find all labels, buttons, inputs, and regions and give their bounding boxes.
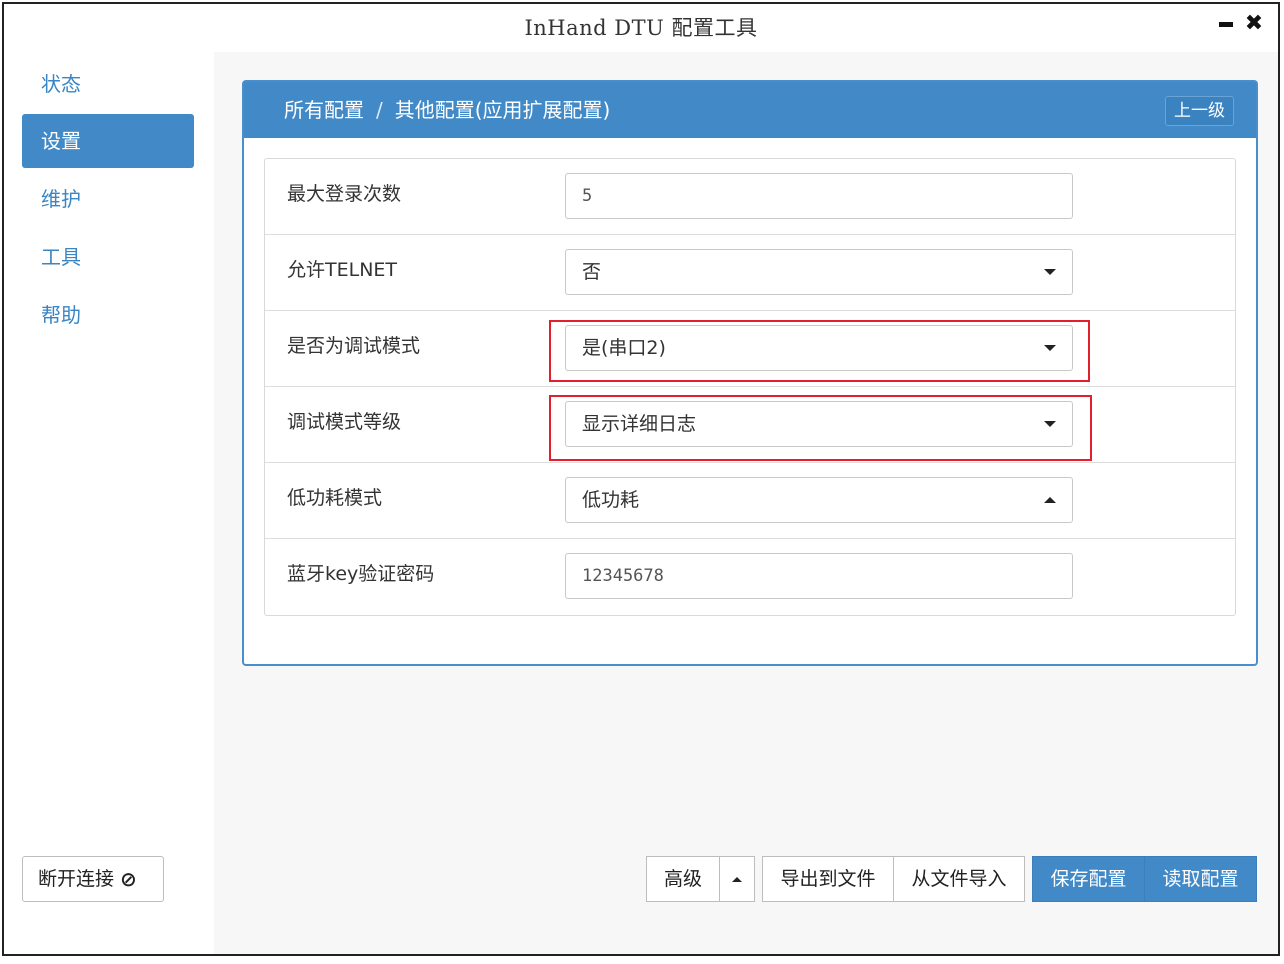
form-row-bluetooth-key: 蓝牙key验证密码 12345678 [265,539,1235,615]
form-row-max-login: 最大登录次数 5 [265,159,1235,235]
title-bar: InHand DTU 配置工具 ✖ [4,4,1278,50]
breadcrumb-all-config[interactable]: 所有配置 [284,98,364,122]
app-window: InHand DTU 配置工具 ✖ 状态 设置 维护 工具 帮助 断开连接 ⊘ 所… [2,2,1280,956]
import-from-file-button[interactable]: 从文件导入 [893,856,1025,902]
form-row-debug-level: 调试模式等级 显示详细日志 [265,387,1235,463]
form-row-low-power: 低功耗模式 低功耗 [265,463,1235,539]
telnet-label: 允许TELNET [287,259,398,281]
telnet-value: 否 [582,261,602,283]
breadcrumb-separator: / [376,98,383,122]
low-power-value: 低功耗 [582,489,640,511]
max-login-input[interactable]: 5 [565,173,1073,219]
form-row-telnet: 允许TELNET 否 [265,235,1235,311]
sidebar-item-tools[interactable]: 工具 [22,230,194,284]
advanced-button[interactable]: 高级 [646,856,720,902]
debug-level-select[interactable]: 显示详细日志 [565,401,1073,447]
max-login-label: 最大登录次数 [287,183,402,205]
low-power-label: 低功耗模式 [287,487,383,509]
sidebar-item-maintenance[interactable]: 维护 [22,172,194,226]
window-title: InHand DTU 配置工具 [524,16,758,40]
form-row-debug-mode: 是否为调试模式 是(串口2) [265,311,1235,387]
debug-mode-select[interactable]: 是(串口2) [565,325,1073,371]
main-content: 所有配置 / 其他配置(应用扩展配置) 上一级 最大登录次数 5 允许TELNET … [214,52,1278,954]
up-level-button[interactable]: 上一级 [1165,96,1234,126]
chevron-down-icon [1044,269,1056,275]
sidebar: 状态 设置 维护 工具 帮助 [4,52,212,954]
sidebar-item-status[interactable]: 状态 [22,57,194,111]
disconnect-button[interactable]: 断开连接 ⊘ [22,856,164,902]
caret-up-icon [732,877,742,882]
sidebar-item-settings[interactable]: 设置 [22,114,194,168]
config-form: 最大登录次数 5 允许TELNET 否 是否为调试模式 是(串口2) 调试模式等… [264,158,1236,616]
bluetooth-key-label: 蓝牙key验证密码 [287,563,435,585]
read-config-button[interactable]: 读取配置 [1144,856,1257,902]
chevron-up-icon [1044,497,1056,503]
panel-header: 所有配置 / 其他配置(应用扩展配置) 上一级 [244,82,1256,138]
export-to-file-button[interactable]: 导出到文件 [762,856,894,902]
advanced-toggle-button[interactable] [719,856,755,902]
ban-icon: ⊘ [120,867,137,891]
chevron-down-icon [1044,421,1056,427]
debug-mode-label: 是否为调试模式 [287,335,421,357]
sidebar-item-help[interactable]: 帮助 [22,288,194,342]
disconnect-label: 断开连接 [38,868,115,890]
bluetooth-key-input[interactable]: 12345678 [565,553,1073,599]
minimize-icon[interactable] [1214,10,1238,38]
close-icon[interactable]: ✖ [1242,10,1266,38]
save-config-button[interactable]: 保存配置 [1032,856,1145,902]
breadcrumb: 所有配置 / 其他配置(应用扩展配置) [284,98,610,122]
chevron-down-icon [1044,345,1056,351]
debug-level-label: 调试模式等级 [287,411,402,433]
telnet-select[interactable]: 否 [565,249,1073,295]
config-panel: 所有配置 / 其他配置(应用扩展配置) 上一级 最大登录次数 5 允许TELNET … [242,80,1258,666]
debug-level-value: 显示详细日志 [582,413,697,435]
debug-mode-value: 是(串口2) [582,337,666,359]
low-power-select[interactable]: 低功耗 [565,477,1073,523]
breadcrumb-other-config: 其他配置(应用扩展配置) [394,98,611,122]
